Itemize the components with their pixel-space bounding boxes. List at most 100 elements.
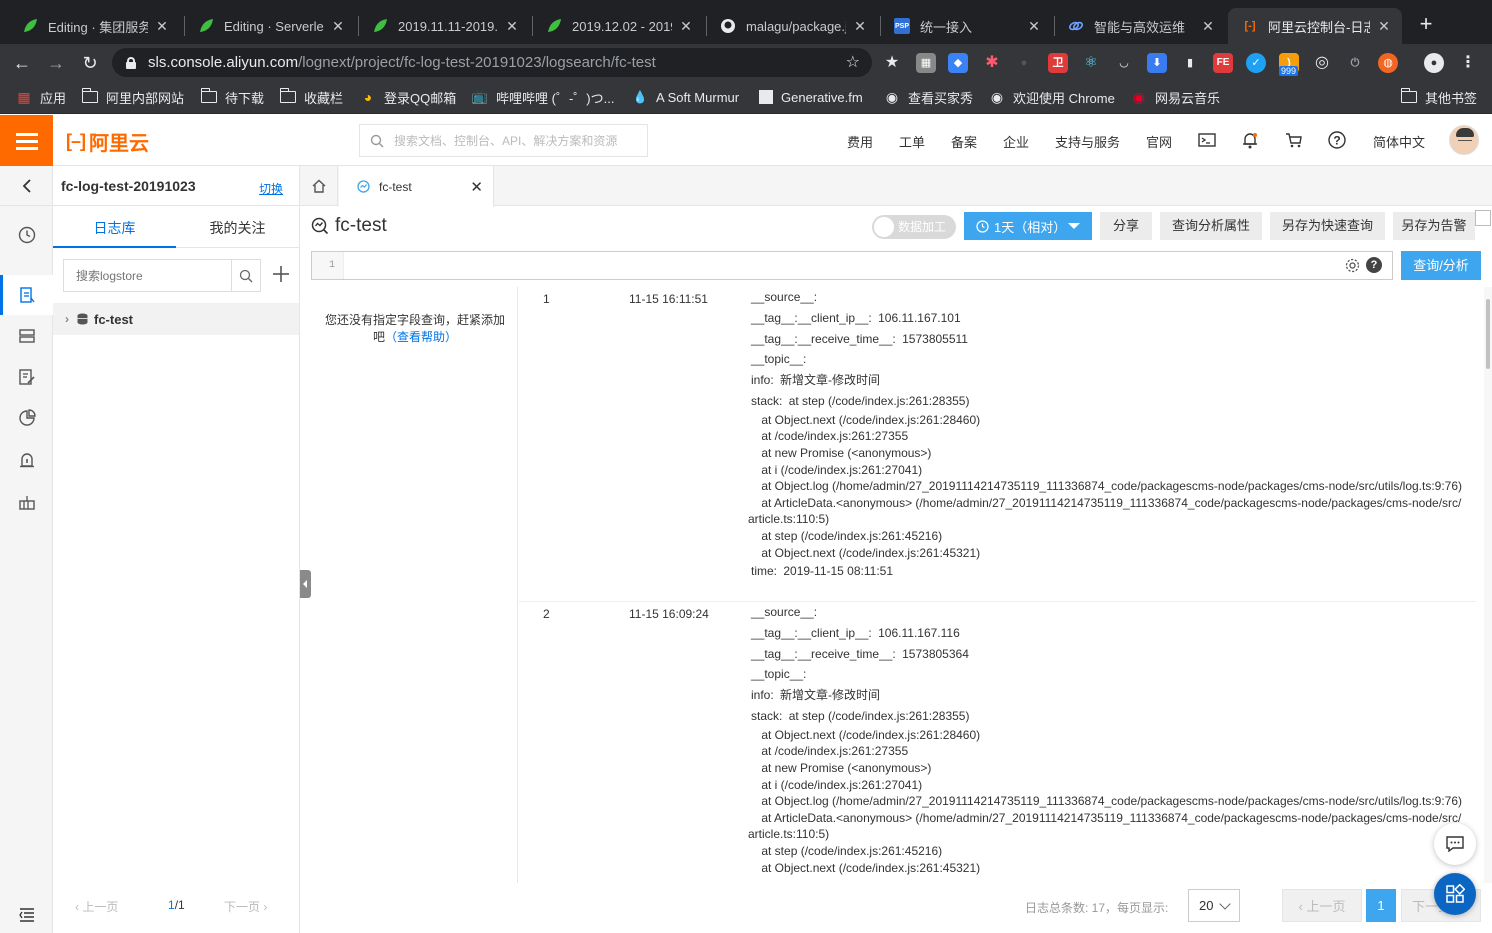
bookmark-item[interactable]: ◉ 网易云音乐	[1131, 87, 1220, 107]
logstore-search-input[interactable]	[64, 260, 231, 291]
bookmark-item[interactable]: 阿里内部网站	[81, 87, 184, 107]
help-icon[interactable]: ?	[1327, 130, 1347, 150]
global-search-input[interactable]: 搜索文档、控制台、API、解决方案和资源	[359, 124, 648, 157]
pie-chart-icon[interactable]	[18, 409, 36, 427]
page-size-select[interactable]: 20	[1188, 889, 1240, 922]
pager-prev[interactable]: ‹ 上一页	[75, 898, 118, 915]
cart-icon[interactable]	[1284, 130, 1304, 150]
dashboard-icon[interactable]	[18, 493, 36, 511]
query-editor[interactable]: 1 ?	[311, 251, 1393, 280]
extension-icon[interactable]: ▦	[916, 53, 936, 73]
nav-fees[interactable]: 费用	[847, 132, 873, 151]
browser-tab[interactable]: 2019.12.02 - 2019. ✕	[532, 8, 704, 44]
nav-enterprise[interactable]: 企业	[1003, 132, 1029, 151]
chevron-right-icon[interactable]: ›	[65, 312, 69, 326]
log-scrollbar[interactable]	[1484, 287, 1492, 883]
close-icon[interactable]: ✕	[1376, 18, 1392, 35]
save-alert-button[interactable]: 另存为告警	[1393, 212, 1475, 240]
bookmark-item[interactable]: ▦ 应用	[16, 87, 66, 107]
extension-icon[interactable]: 卫	[1048, 53, 1068, 73]
logstore-item[interactable]: › fc-test	[53, 303, 299, 335]
nav-tickets[interactable]: 工单	[899, 132, 925, 151]
pocket-icon[interactable]: ◡	[1114, 53, 1134, 73]
storage-icon[interactable]	[18, 327, 36, 345]
bookmark-item[interactable]: ◉ 欢迎使用 Chrome	[989, 87, 1115, 107]
back-button[interactable]	[0, 166, 53, 206]
close-icon[interactable]: ✕	[330, 18, 346, 35]
close-icon[interactable]: ✕	[852, 18, 868, 35]
reload-icon[interactable]: ↻	[78, 51, 102, 75]
extension-icon[interactable]: ●	[1014, 53, 1034, 73]
extension-icon[interactable]: ◆	[948, 53, 968, 73]
help-icon[interactable]: ?	[1366, 257, 1382, 273]
bookmark-item[interactable]: 待下载	[200, 87, 264, 107]
react-icon[interactable]: ⚛	[1081, 53, 1101, 73]
save-quick-query-button[interactable]: 另存为快速查询	[1270, 212, 1385, 240]
switch-project-link[interactable]: 切换	[259, 180, 283, 197]
bell-icon[interactable]	[1240, 130, 1260, 150]
search-button[interactable]	[231, 260, 260, 291]
aliyun-logo[interactable]: [–] 阿里云	[66, 129, 149, 155]
browser-tab[interactable]: Editing · Serverles ✕	[184, 8, 356, 44]
time-range-picker[interactable]: 1天（相对）	[964, 212, 1092, 240]
bookmark-item[interactable]: ◉ 查看买家秀	[884, 87, 973, 107]
profile-avatar-icon[interactable]: ●	[1424, 53, 1444, 73]
star-icon[interactable]: ★	[882, 53, 902, 73]
gear-icon[interactable]	[1344, 257, 1361, 274]
browser-tab[interactable]: malagu/package.js ✕	[706, 8, 878, 44]
bookmark-item[interactable]: ◕ 登录QQ邮箱	[360, 87, 456, 107]
nav-support[interactable]: 支持与服务	[1055, 132, 1120, 151]
tab-logstores[interactable]: 日志库	[53, 218, 176, 238]
more-vert-icon[interactable]: ⋮	[1458, 53, 1478, 73]
share-button[interactable]: 分享	[1100, 212, 1152, 240]
menu-hamburger-icon[interactable]	[0, 115, 53, 166]
feedback-button[interactable]	[1434, 823, 1476, 865]
close-icon[interactable]: ✕	[504, 18, 520, 35]
target-icon[interactable]: ◎	[1312, 53, 1332, 73]
browser-tab[interactable]: Editing · 集团服务 ✕	[8, 8, 180, 44]
close-icon[interactable]: ✕	[1200, 18, 1216, 35]
logstore-icon[interactable]	[18, 286, 36, 304]
close-icon[interactable]: ✕	[1026, 18, 1042, 35]
language-switch[interactable]: 简体中文	[1373, 132, 1425, 151]
extension-icon[interactable]: ⬇	[1147, 53, 1167, 73]
close-icon[interactable]: ✕	[678, 18, 694, 35]
back-arrow-icon[interactable]: ←	[10, 51, 34, 75]
tab-my-follows[interactable]: 我的关注	[176, 218, 299, 238]
bookmark-item[interactable]: 📺 哔哩哔哩 (゜-゜)つ...	[472, 87, 615, 107]
pager-next[interactable]: 下一页 ›	[224, 898, 267, 915]
address-bar[interactable]: sls.console.aliyun.com/lognext/project/f…	[112, 48, 872, 77]
nav-icp[interactable]: 备案	[951, 132, 977, 151]
fe-icon[interactable]: FE	[1213, 53, 1233, 73]
extension-icon[interactable]: ✱	[982, 53, 1002, 73]
apps-button[interactable]	[1434, 873, 1476, 915]
tab-fc-test[interactable]: fc-test ✕	[339, 166, 494, 207]
bookmark-item[interactable]: Generative.fm	[759, 87, 863, 107]
bookmark-item[interactable]: 💧 A Soft Murmur	[632, 87, 740, 107]
browser-tab-active[interactable]: [-] 阿里云控制台-日志 ✕	[1228, 8, 1402, 44]
data-processing-toggle[interactable]: 数据加工	[872, 215, 956, 239]
clock-icon[interactable]	[18, 226, 36, 244]
edit-doc-icon[interactable]	[18, 368, 36, 386]
help-link[interactable]: （查看帮助）	[385, 330, 457, 344]
side-panel-checkbox[interactable]	[1475, 210, 1491, 226]
forward-arrow-icon[interactable]: →	[44, 51, 68, 75]
home-tab[interactable]	[300, 166, 338, 206]
alert-icon[interactable]	[18, 451, 36, 469]
bookmark-item[interactable]: 收藏栏	[279, 87, 343, 107]
close-icon[interactable]: ✕	[470, 178, 483, 196]
user-avatar[interactable]	[1449, 125, 1479, 155]
browser-tab[interactable]: 2019.11.11-2019.11 ✕	[358, 8, 530, 44]
extension-icon[interactable]: ◍	[1378, 53, 1398, 73]
bookmark-icon[interactable]: ▮	[1180, 53, 1200, 73]
extension-icon[interactable]: ✓	[1246, 53, 1266, 73]
search-analyze-button[interactable]: 查询/分析	[1401, 251, 1481, 280]
bookmark-item[interactable]: 其他书签	[1400, 87, 1477, 107]
prev-page-button[interactable]: ‹ 上一页	[1282, 889, 1362, 922]
browser-tab[interactable]: PSP 统一接入 ✕	[880, 8, 1052, 44]
terminal-icon[interactable]	[1197, 130, 1217, 150]
power-icon[interactable]: ⏻	[1345, 53, 1365, 73]
new-tab-button[interactable]: +	[1414, 12, 1438, 36]
collapse-menu-icon[interactable]	[18, 906, 36, 924]
bookmark-star-icon[interactable]: ☆	[846, 52, 860, 72]
